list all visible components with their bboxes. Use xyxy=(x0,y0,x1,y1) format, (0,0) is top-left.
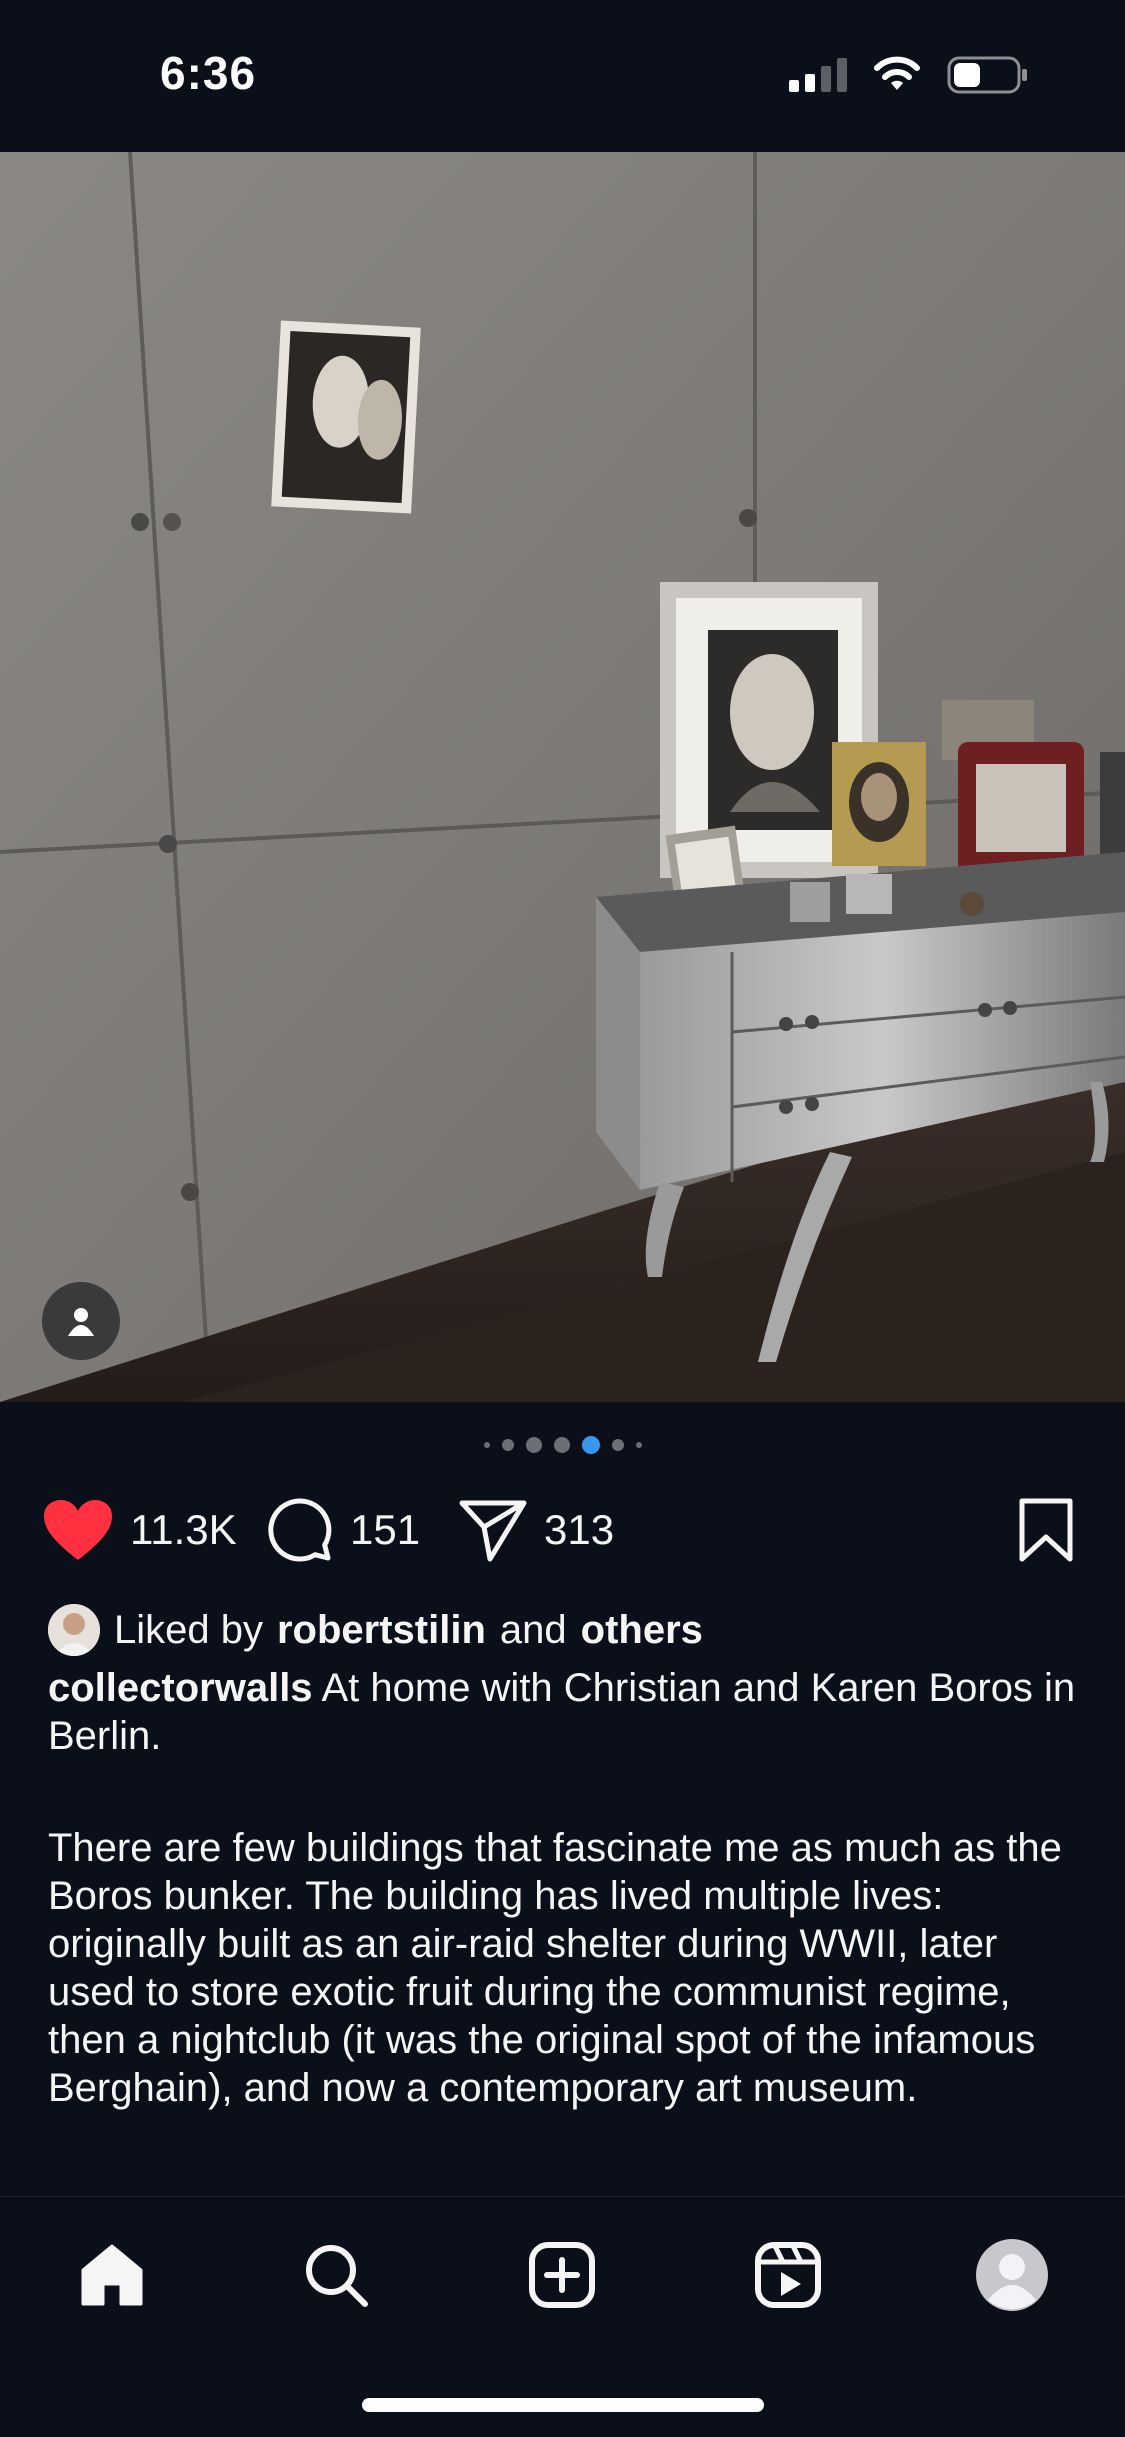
home-indicator[interactable] xyxy=(362,2398,764,2412)
like-count: 11.3K xyxy=(130,1506,237,1553)
caption-body: There are few buildings that fascinate m… xyxy=(48,1826,1062,2110)
wifi-icon xyxy=(874,56,920,90)
profile-avatar[interactable] xyxy=(975,2238,1049,2312)
create-post-icon[interactable] xyxy=(527,2240,597,2310)
comment-count: 151 xyxy=(350,1506,421,1553)
nav-create[interactable] xyxy=(522,2235,602,2315)
carousel-dot xyxy=(635,1442,642,1448)
reels-icon[interactable] xyxy=(753,2240,823,2310)
nav-reels[interactable] xyxy=(748,2235,828,2315)
nav-search[interactable] xyxy=(296,2235,376,2315)
carousel-dot-active xyxy=(581,1436,600,1454)
status-bar: 6:36 xyxy=(0,0,1125,152)
caption-username[interactable]: collectorwalls xyxy=(48,1666,313,1710)
share-action[interactable]: 313 xyxy=(458,1492,614,1568)
user-tag-button[interactable] xyxy=(42,1282,120,1360)
liked-by-others[interactable]: others xyxy=(581,1608,703,1653)
home-icon[interactable] xyxy=(77,2240,147,2310)
carousel-dot xyxy=(501,1439,514,1451)
liker-avatar[interactable] xyxy=(48,1604,100,1656)
liked-by-user[interactable]: robertstilin xyxy=(277,1608,486,1653)
nav-profile[interactable] xyxy=(972,2235,1052,2315)
search-icon[interactable] xyxy=(301,2240,371,2310)
comment-icon[interactable] xyxy=(266,1496,334,1564)
carousel-dot xyxy=(525,1437,542,1453)
comment-action[interactable]: 151 xyxy=(266,1492,420,1568)
user-tag-icon xyxy=(68,1308,94,1336)
save-action[interactable] xyxy=(1016,1492,1076,1568)
carousel-dot xyxy=(611,1439,624,1451)
battery-icon xyxy=(947,56,1027,94)
carousel-indicator xyxy=(0,1436,1125,1454)
heart-filled-icon[interactable] xyxy=(42,1498,114,1562)
send-icon[interactable] xyxy=(458,1497,528,1563)
bookmark-icon[interactable] xyxy=(1016,1497,1076,1563)
like-action[interactable]: 11.3K xyxy=(42,1492,237,1568)
post-caption: collectorwalls At home with Christian an… xyxy=(48,1664,1078,1760)
carousel-dot xyxy=(483,1442,490,1448)
liked-by-row[interactable]: Liked by robertstilin and others xyxy=(48,1604,703,1656)
liked-by-middle: and xyxy=(499,1607,567,1652)
post-image[interactable] xyxy=(0,152,1125,1402)
cellular-signal-icon xyxy=(789,58,847,92)
carousel-dot xyxy=(553,1437,570,1453)
status-icons xyxy=(789,56,1029,94)
post-action-bar: 11.3K 151 313 xyxy=(0,1492,1125,1568)
nav-home[interactable] xyxy=(72,2235,152,2315)
share-count: 313 xyxy=(544,1506,615,1553)
clock: 6:36 xyxy=(160,47,257,99)
liked-by-prefix: Liked by xyxy=(114,1607,263,1652)
